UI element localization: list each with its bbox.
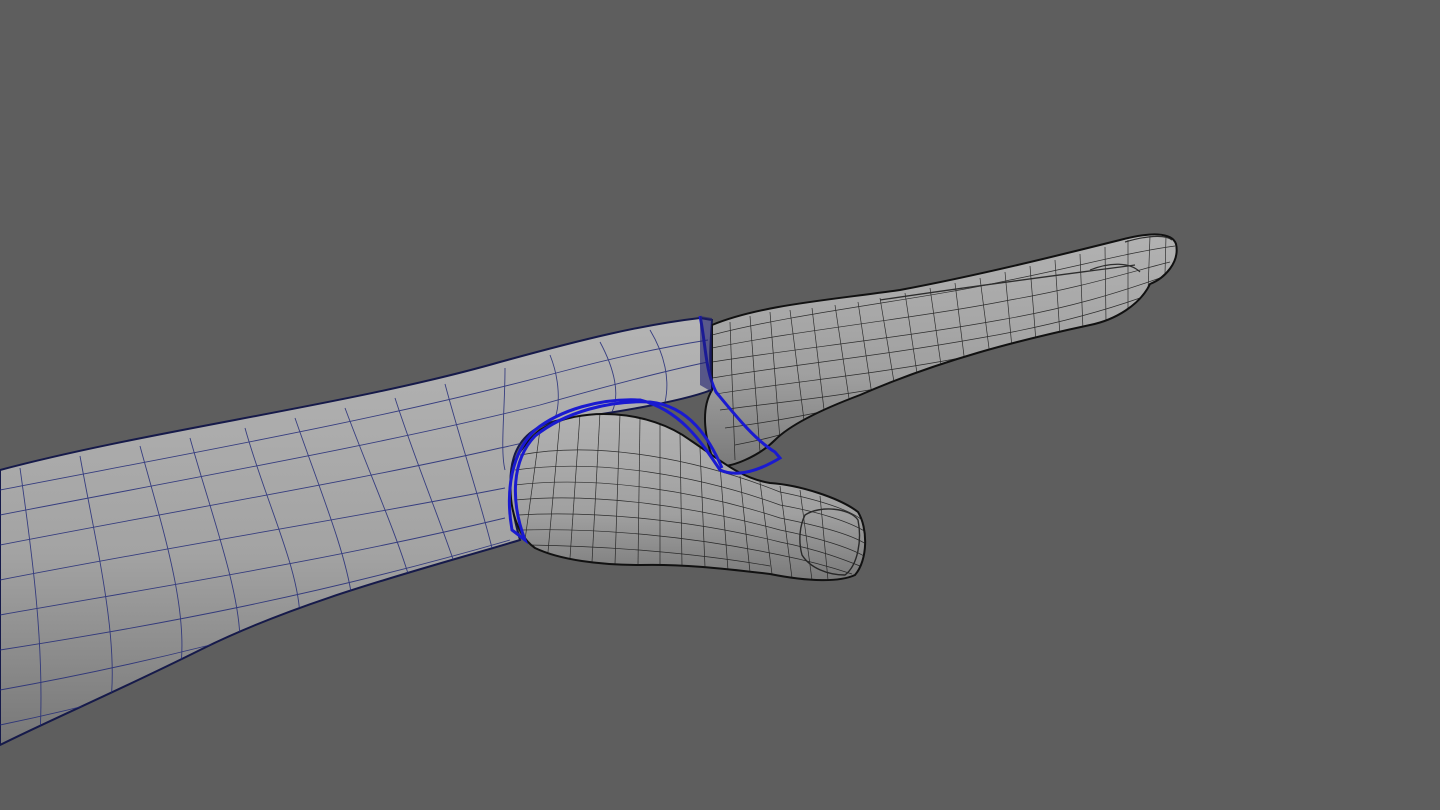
glove-thumb-mesh bbox=[509, 413, 867, 582]
glove-palm-mesh bbox=[704, 233, 1178, 467]
3d-viewport[interactable] bbox=[0, 0, 1440, 810]
hand-model-render bbox=[0, 233, 1178, 747]
